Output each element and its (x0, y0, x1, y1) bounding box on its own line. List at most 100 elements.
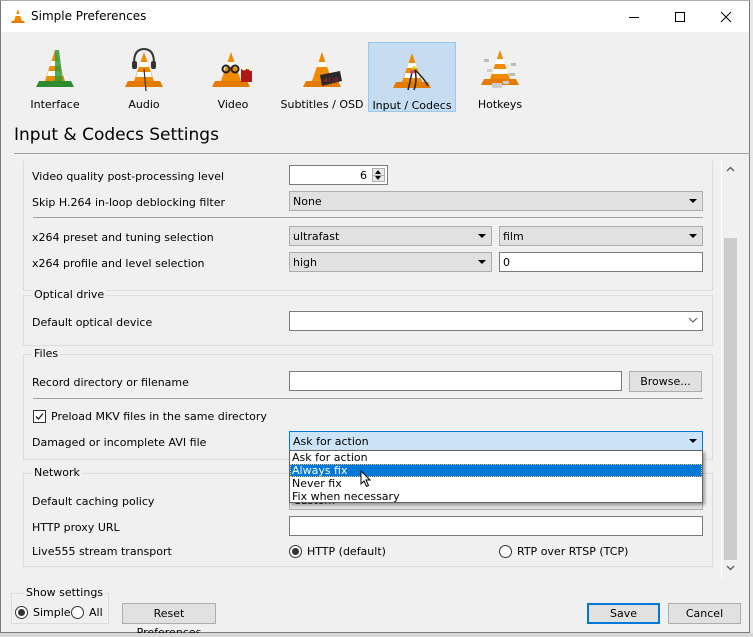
tab-label: Interface (30, 98, 80, 111)
dropdown-arrow-icon (689, 199, 697, 203)
vlc-cone-interface-icon (36, 50, 74, 87)
video-quality-spinbox[interactable]: 6 (289, 165, 388, 185)
vlc-cone-glasses-popcorn-icon (212, 52, 253, 87)
skip-h264-value: None (293, 195, 322, 208)
x264-tuning-value: film (503, 230, 524, 243)
mouse-cursor-icon (360, 470, 372, 488)
minimize-icon (629, 16, 639, 18)
preload-mkv-checkbox[interactable] (33, 410, 46, 423)
x264-preset-value: ultrafast (293, 230, 340, 243)
avi-select[interactable]: Ask for action (289, 431, 703, 451)
simple-mode-label: Simple (33, 606, 71, 619)
record-path-input[interactable] (289, 371, 622, 391)
window-shadow (0, 633, 753, 637)
cancel-button[interactable]: Cancel (668, 603, 741, 624)
preload-mkv-label: Preload MKV files in the same directory (51, 410, 267, 423)
scroll-up-icon[interactable] (726, 165, 735, 174)
avi-label: Damaged or incomplete AVI file (32, 436, 207, 449)
tab-subtitles-osd[interactable]: A))0 Subtitles / OSD (278, 42, 366, 112)
divider (33, 398, 703, 399)
tab-hotkeys[interactable]: Hotkeys (456, 42, 544, 112)
skip-h264-select[interactable]: None (289, 191, 703, 211)
caching-policy-label: Default caching policy (32, 495, 155, 508)
title-bar: Simple Preferences (1, 1, 749, 32)
avi-value: Ask for action (293, 435, 369, 448)
live555-http-radio[interactable] (289, 545, 302, 558)
dropdown-arrow-icon (689, 234, 697, 238)
skip-h264-label: Skip H.264 in-loop deblocking filter (32, 196, 225, 209)
spin-up-icon[interactable] (375, 170, 381, 174)
scroll-down-icon[interactable] (726, 563, 735, 572)
dropdown-option[interactable]: Ask for action (290, 451, 702, 464)
x264-level-input[interactable]: 0 (499, 252, 703, 272)
tab-label: Video (217, 98, 249, 111)
video-quality-value: 6 (360, 169, 367, 182)
checkmark-icon (35, 413, 44, 420)
vlc-cone-keys-icon (481, 50, 519, 88)
scrollbar-thumb[interactable] (724, 238, 737, 560)
tab-label: Audio (128, 98, 160, 111)
vlc-cone-cables-icon (393, 53, 431, 91)
window-title: Simple Preferences (31, 9, 147, 23)
live555-rtsp-radio[interactable] (499, 545, 512, 558)
spin-buttons[interactable] (372, 168, 385, 182)
dropdown-option[interactable]: Fix when necessary (290, 490, 702, 503)
video-quality-label: Video quality post-processing level (32, 170, 225, 183)
x264-profile-value: high (293, 256, 317, 269)
live555-rtsp-label: RTP over RTSP (TCP) (517, 545, 629, 558)
dropdown-arrow-icon (478, 260, 486, 264)
tab-input-codecs[interactable]: Input / Codecs (368, 42, 456, 112)
tab-video[interactable]: Video (189, 42, 277, 112)
settings-scroll-area: Video quality post-processing level 6 Sk… (14, 161, 739, 579)
category-tabs: Interface Audio Video A))0 Subtitles / O… (1, 41, 749, 113)
spin-down-icon[interactable] (375, 176, 381, 180)
save-button[interactable]: Save (587, 603, 660, 624)
tab-interface[interactable]: Interface (11, 42, 99, 112)
x264-profile-label: x264 profile and level selection (32, 257, 205, 270)
all-mode-label: All (89, 606, 103, 619)
all-mode-radio[interactable] (71, 606, 84, 619)
page-title: Input & Codecs Settings (14, 125, 219, 145)
vlc-app-icon (11, 9, 25, 23)
svg-text:A))0: A))0 (324, 77, 339, 84)
group-title: Files (32, 347, 61, 360)
optical-device-select[interactable] (289, 311, 703, 331)
x264-preset-select[interactable]: ultrafast (289, 226, 492, 246)
live555-label: Live555 stream transport (32, 545, 172, 558)
live555-http-label: HTTP (default) (307, 545, 386, 558)
group-title: Network (32, 466, 82, 479)
avi-dropdown-list: Ask for action Always fix Never fix Fix … (289, 450, 703, 503)
http-proxy-label: HTTP proxy URL (32, 521, 120, 534)
vlc-cone-headphones-icon (125, 47, 163, 91)
dropdown-option-highlighted[interactable]: Always fix (290, 464, 702, 477)
minimize-button[interactable] (611, 1, 657, 32)
simple-mode-radio[interactable] (15, 606, 28, 619)
x264-tuning-select[interactable]: film (499, 226, 703, 246)
browse-button[interactable]: Browse... (629, 371, 702, 392)
x264-preset-label: x264 preset and tuning selection (32, 231, 214, 244)
maximize-button[interactable] (657, 1, 703, 32)
dropdown-arrow-icon (478, 234, 486, 238)
divider (33, 217, 703, 218)
record-label: Record directory or filename (32, 376, 189, 389)
x264-profile-select[interactable]: high (289, 252, 492, 272)
http-proxy-input[interactable] (289, 516, 703, 536)
preferences-window: Simple Preferences Interface Audio Video… (0, 0, 751, 637)
chevron-down-icon (688, 317, 698, 323)
group-title: Optical drive (32, 288, 107, 301)
dropdown-arrow-icon (689, 439, 697, 443)
reset-preferences-button[interactable]: Reset Preferences (122, 603, 216, 637)
vlc-cone-display-icon: A))0 (303, 52, 342, 87)
dropdown-option[interactable]: Never fix (290, 477, 702, 490)
tab-audio[interactable]: Audio (100, 42, 188, 112)
tab-label: Subtitles / OSD (280, 98, 364, 111)
optical-device-label: Default optical device (32, 316, 153, 329)
tab-label: Input / Codecs (372, 99, 452, 112)
tab-label: Hotkeys (477, 98, 523, 111)
maximize-icon (675, 11, 685, 22)
show-settings-title: Show settings (24, 586, 106, 599)
vertical-scrollbar[interactable] (721, 161, 738, 579)
close-icon (720, 11, 732, 22)
title-divider (14, 153, 751, 154)
close-button[interactable] (703, 1, 749, 32)
